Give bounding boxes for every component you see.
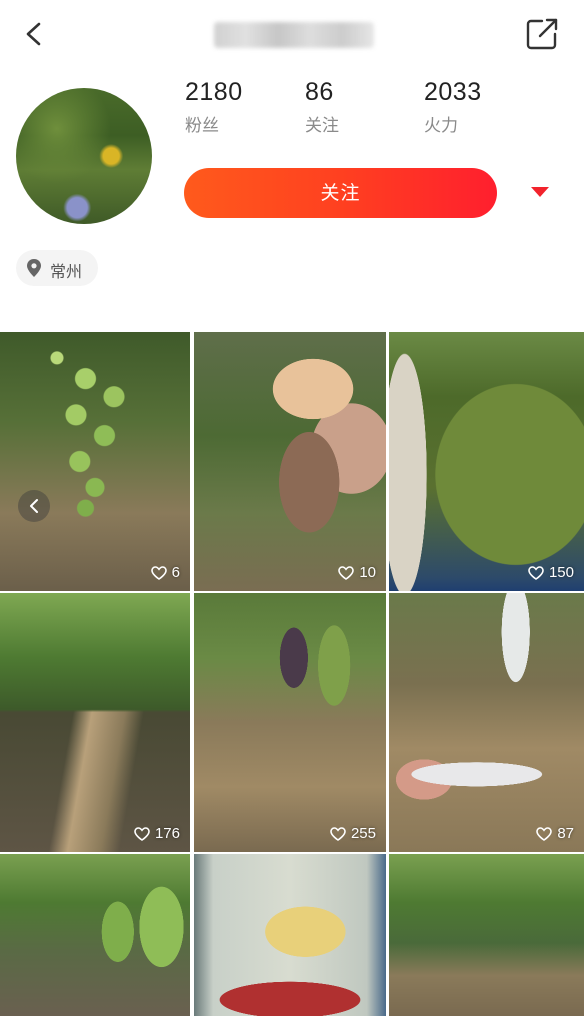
- chevron-left-icon: [26, 22, 41, 46]
- like-count: 10: [338, 564, 376, 581]
- stat-label: 粉丝: [185, 116, 219, 136]
- like-count: 6: [150, 564, 180, 581]
- post-thumbnail[interactable]: 150: [389, 332, 584, 591]
- follow-button[interactable]: 关注: [184, 168, 497, 218]
- location-label: 常州: [50, 262, 83, 281]
- like-count-value: 87: [557, 825, 574, 842]
- heart-icon: [150, 565, 167, 580]
- username-blurred: [214, 22, 374, 48]
- stat-value: 86: [305, 78, 334, 106]
- like-count-value: 6: [171, 564, 180, 581]
- post-thumbnail[interactable]: [194, 854, 386, 1016]
- post-thumbnail[interactable]: 6: [0, 332, 190, 591]
- location-badge[interactable]: 常州: [16, 250, 98, 286]
- heart-icon: [536, 826, 553, 841]
- stat-label: 火力: [424, 116, 458, 136]
- stat-firepower[interactable]: 2033 火力: [424, 78, 482, 136]
- stat-value: 2180: [185, 78, 243, 106]
- post-thumbnail[interactable]: 255: [194, 593, 386, 852]
- share-button[interactable]: [522, 14, 562, 54]
- like-count: 87: [536, 825, 574, 842]
- share-icon: [526, 18, 558, 50]
- heart-icon: [134, 826, 150, 841]
- like-count-value: 176: [154, 825, 180, 842]
- stat-following[interactable]: 86 关注: [305, 78, 339, 136]
- post-thumbnail[interactable]: 87: [389, 593, 584, 852]
- post-thumbnail[interactable]: [389, 854, 584, 1016]
- post-thumbnail[interactable]: 176: [0, 593, 190, 852]
- heart-icon: [338, 565, 355, 580]
- like-count: 255: [330, 825, 376, 842]
- stat-value: 2033: [424, 78, 482, 106]
- like-count: 150: [528, 564, 574, 581]
- chevron-down-icon[interactable]: [531, 187, 549, 197]
- like-count-value: 10: [359, 564, 376, 581]
- heart-icon: [528, 565, 544, 580]
- post-thumbnail[interactable]: 10: [194, 332, 386, 591]
- location-pin-icon: [27, 259, 41, 277]
- like-count-value: 255: [350, 825, 376, 842]
- stat-label: 关注: [305, 116, 339, 136]
- profile-header: 2180 粉丝 86 关注 2033 火力 关注 常州: [0, 0, 584, 330]
- like-count: 176: [134, 825, 180, 842]
- avatar[interactable]: [16, 88, 152, 224]
- heart-icon: [330, 826, 346, 841]
- stat-followers[interactable]: 2180 粉丝: [185, 78, 243, 136]
- back-button[interactable]: [18, 14, 50, 54]
- previous-arrow-button[interactable]: [18, 490, 50, 522]
- like-count-value: 150: [548, 564, 574, 581]
- chevron-left-icon: [30, 499, 38, 513]
- post-thumbnail[interactable]: [0, 854, 190, 1016]
